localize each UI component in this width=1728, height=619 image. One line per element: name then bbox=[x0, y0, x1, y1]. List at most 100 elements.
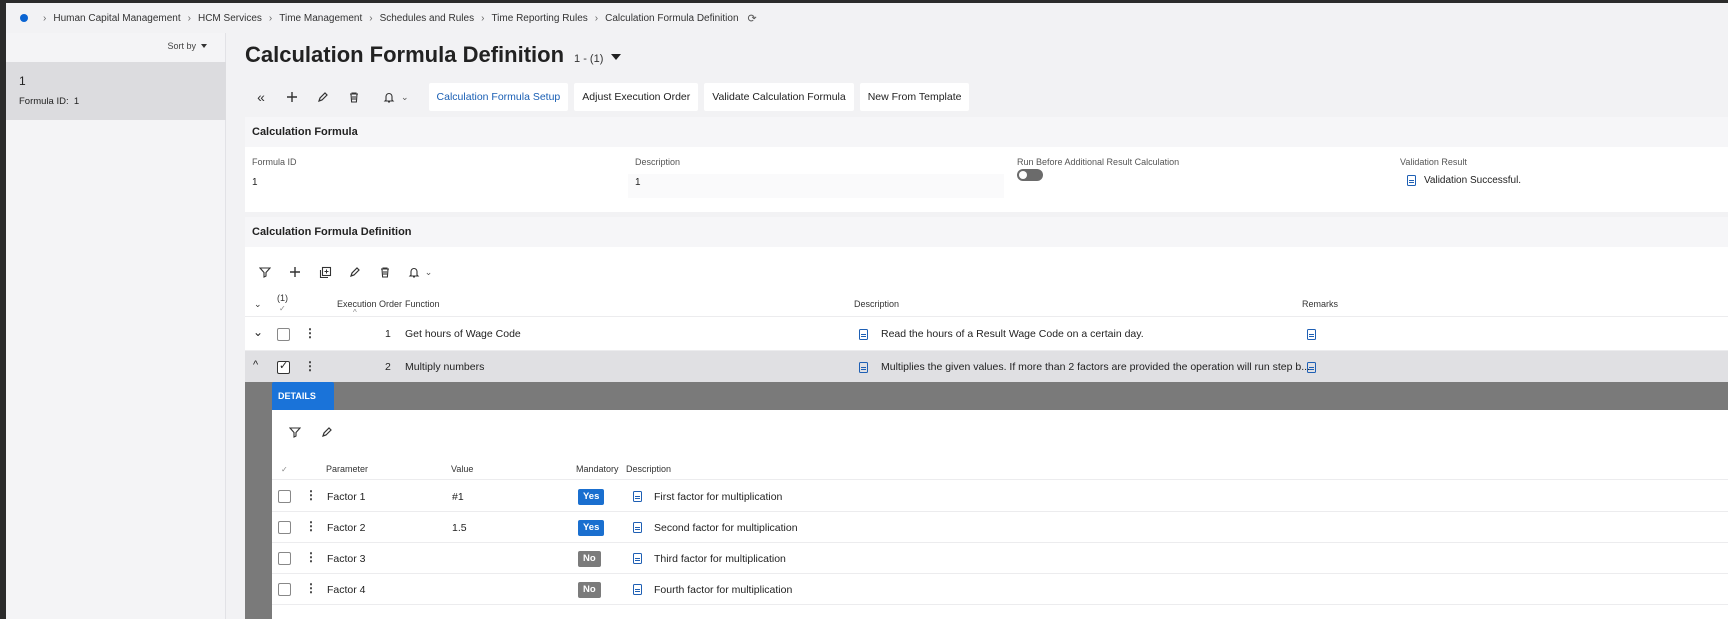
column-mandatory[interactable]: Mandatory bbox=[576, 464, 619, 474]
document-icon[interactable] bbox=[859, 362, 868, 373]
column-parameter[interactable]: Parameter bbox=[326, 464, 368, 474]
breadcrumb-item[interactable]: HCM Services bbox=[198, 13, 262, 24]
column-description[interactable]: Description bbox=[626, 464, 671, 474]
breadcrumb-item[interactable]: Time Reporting Rules bbox=[491, 13, 587, 24]
table-row-selected[interactable]: ^ ⋮ 2 Multiply numbers Multiplies the gi… bbox=[245, 351, 1728, 384]
validation-result-text: Validation Successful. bbox=[1424, 175, 1522, 186]
row-checkbox[interactable] bbox=[278, 552, 291, 565]
duplicate-icon[interactable] bbox=[315, 262, 335, 282]
pencil-icon[interactable] bbox=[317, 422, 337, 442]
document-icon[interactable] bbox=[859, 329, 868, 340]
chevron-down-icon[interactable]: ⌄ bbox=[253, 325, 263, 339]
remarks-document-icon[interactable] bbox=[1307, 329, 1316, 340]
parameter-cell: Factor 4 bbox=[327, 584, 366, 596]
field-label: Run Before Additional Result Calculation bbox=[1017, 157, 1180, 167]
description-cell: Third factor for multiplication bbox=[654, 553, 786, 565]
description-cell: Multiplies the given values. If more tha… bbox=[881, 361, 1310, 373]
calculation-formula-setup-button[interactable]: Calculation Formula Setup bbox=[428, 83, 569, 111]
mandatory-badge: No bbox=[578, 582, 601, 598]
breadcrumb-item[interactable]: Human Capital Management bbox=[53, 13, 180, 24]
column-description[interactable]: Description bbox=[854, 299, 899, 309]
adjust-execution-order-button[interactable]: Adjust Execution Order bbox=[574, 83, 699, 111]
field-label: Validation Result bbox=[1400, 157, 1467, 167]
pencil-icon[interactable] bbox=[345, 262, 365, 282]
kebab-icon[interactable]: ⋮ bbox=[305, 581, 317, 595]
new-from-template-button[interactable]: New From Template bbox=[859, 83, 970, 111]
run-before-field: Run Before Additional Result Calculation bbox=[1017, 157, 1179, 181]
document-icon[interactable] bbox=[1407, 175, 1416, 186]
kebab-icon[interactable]: ⋮ bbox=[305, 519, 317, 533]
record-count: 1 - (1) bbox=[574, 53, 604, 65]
notifications-dropdown[interactable]: ⌄ bbox=[405, 262, 435, 282]
table-row[interactable]: ⌄ ⋮ 1 Get hours of Wage Code Read the ho… bbox=[245, 318, 1728, 351]
column-remarks[interactable]: Remarks bbox=[1302, 299, 1338, 309]
row-checkbox[interactable] bbox=[277, 328, 290, 341]
mandatory-badge: Yes bbox=[578, 489, 605, 505]
expand-all-icon[interactable]: ⌄ bbox=[254, 299, 262, 310]
chevron-right-icon: › bbox=[369, 12, 373, 24]
row-checkbox[interactable] bbox=[277, 359, 290, 374]
chevron-right-icon: › bbox=[594, 12, 599, 24]
chevron-up-icon[interactable]: ^ bbox=[253, 359, 258, 371]
table-row[interactable]: ⋮ Factor 4 No Fourth factor for multipli… bbox=[272, 574, 1728, 605]
selected-count: (1) bbox=[277, 293, 288, 303]
table-row[interactable]: ⋮ Factor 3 No Third factor for multiplic… bbox=[272, 543, 1728, 574]
sort-by-dropdown[interactable]: Sort by bbox=[167, 41, 207, 51]
column-execution-order[interactable]: Execution Order bbox=[337, 299, 402, 309]
filter-icon[interactable] bbox=[285, 422, 305, 442]
record-count-dropdown[interactable]: 1 - (1) bbox=[574, 53, 622, 65]
document-icon[interactable] bbox=[633, 522, 642, 533]
validate-calculation-formula-button[interactable]: Validate Calculation Formula bbox=[704, 83, 854, 111]
document-icon[interactable] bbox=[633, 553, 642, 564]
plus-icon[interactable] bbox=[278, 83, 306, 111]
remarks-document-icon[interactable] bbox=[1307, 362, 1316, 373]
table-row[interactable]: ⋮ Factor 1 #1 Yes First factor for multi… bbox=[272, 481, 1728, 512]
collapse-all-icon[interactable]: « bbox=[247, 83, 275, 111]
field-value: 1 bbox=[252, 177, 258, 188]
kebab-icon[interactable]: ⋮ bbox=[305, 488, 317, 502]
field-label: Formula ID bbox=[252, 157, 297, 167]
function-cell: Multiply numbers bbox=[405, 361, 485, 373]
parameter-cell: Factor 2 bbox=[327, 522, 366, 534]
select-all-check-icon[interactable]: ✓ bbox=[281, 465, 288, 474]
calculation-formula-definition-card: Calculation Formula Definition ⌄ ⌄ (1) ✓… bbox=[245, 217, 1728, 619]
breadcrumb: › Human Capital Management › HCM Service… bbox=[6, 3, 1728, 33]
column-value[interactable]: Value bbox=[451, 464, 473, 474]
run-before-toggle[interactable] bbox=[1017, 169, 1043, 181]
row-checkbox[interactable] bbox=[278, 583, 291, 596]
trash-icon[interactable] bbox=[340, 83, 368, 111]
table-row[interactable]: ⋮ Factor 2 1.5 Yes Second factor for mul… bbox=[272, 512, 1728, 543]
tab-details[interactable]: DETAILS bbox=[272, 382, 334, 410]
kebab-icon[interactable]: ⋮ bbox=[305, 550, 317, 564]
filter-icon[interactable] bbox=[255, 262, 275, 282]
column-function[interactable]: Function bbox=[405, 299, 440, 309]
pencil-icon[interactable] bbox=[309, 83, 337, 111]
kebab-icon[interactable]: ⋮ bbox=[304, 326, 316, 340]
description-cell: Second factor for multiplication bbox=[654, 522, 798, 534]
description-input-bg[interactable] bbox=[628, 174, 1004, 198]
details-panel: DETAILS ✓ Parameter Value Mandatory Desc… bbox=[245, 382, 1728, 619]
record-list-panel: Sort by 1 Formula ID: 1 bbox=[6, 33, 226, 619]
field-label: Description bbox=[635, 157, 681, 167]
details-body: ✓ Parameter Value Mandatory Description … bbox=[272, 410, 1728, 619]
breadcrumb-item[interactable]: Schedules and Rules bbox=[380, 13, 475, 24]
details-grid-header: ✓ Parameter Value Mandatory Description bbox=[272, 454, 1728, 480]
bell-icon bbox=[383, 93, 395, 103]
refresh-icon[interactable]: ⟳ bbox=[748, 12, 757, 25]
parameter-cell: Factor 1 bbox=[327, 491, 366, 503]
kebab-icon[interactable]: ⋮ bbox=[304, 359, 316, 373]
chevron-right-icon: › bbox=[481, 12, 485, 24]
grid-header: ⌄ (1) ✓ Execution Order ^ Function Descr… bbox=[245, 289, 1728, 317]
row-checkbox[interactable] bbox=[278, 521, 291, 534]
trash-icon[interactable] bbox=[375, 262, 395, 282]
select-all-check-icon[interactable]: ✓ bbox=[279, 304, 286, 313]
home-dot-icon[interactable] bbox=[20, 14, 28, 22]
plus-icon[interactable] bbox=[285, 262, 305, 282]
list-item[interactable]: 1 Formula ID: 1 bbox=[6, 62, 226, 120]
row-checkbox[interactable] bbox=[278, 490, 291, 503]
document-icon[interactable] bbox=[633, 584, 642, 595]
page-title: Calculation Formula Definition 1 - (1) bbox=[245, 42, 622, 68]
notifications-dropdown[interactable]: ⌄ bbox=[383, 91, 409, 103]
breadcrumb-item[interactable]: Time Management bbox=[279, 13, 362, 24]
document-icon[interactable] bbox=[633, 491, 642, 502]
